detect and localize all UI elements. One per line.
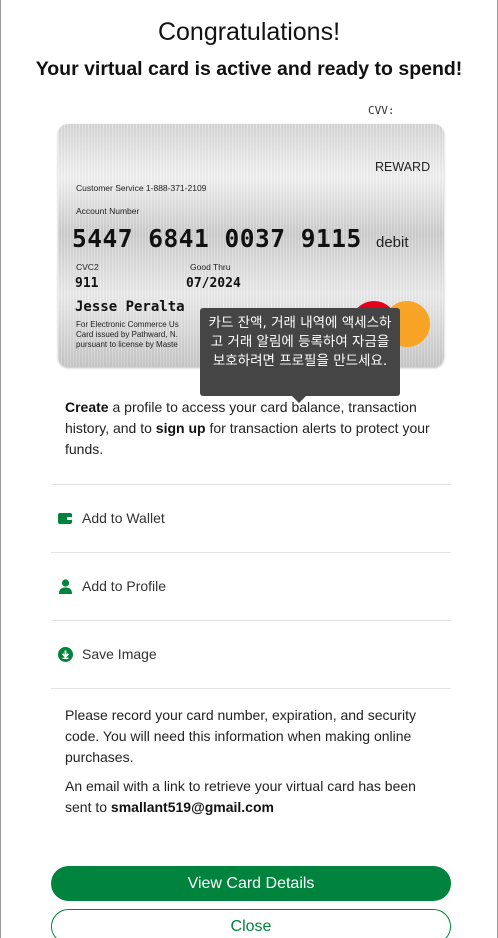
card-account-number-label: Account Number: [76, 206, 140, 216]
save-image-label: Save Image: [82, 646, 157, 662]
card-good-thru: 07/2024: [186, 276, 241, 291]
card-customer-service: Customer Service 1-888-371-2109: [76, 183, 207, 193]
page-subtitle: Your virtual card is active and ready to…: [35, 58, 463, 80]
email-address: smallant519@gmail.com: [110, 799, 274, 815]
card-number: 5447 6841 0037 9115: [72, 224, 362, 253]
sign-up-link[interactable]: sign up: [156, 420, 206, 436]
email-sent-note: An email with a link to retrieve your vi…: [65, 776, 445, 818]
intro-text: Create a profile to access your card bal…: [65, 397, 445, 460]
page-title: Congratulations!: [157, 18, 341, 46]
close-button[interactable]: Close: [51, 909, 451, 938]
record-info-note: Please record your card number, expirati…: [65, 707, 416, 765]
modal-dialog: Congratulations! Your virtual card is ac…: [0, 0, 498, 938]
download-icon: [57, 646, 73, 662]
card-cvc-label: CVC2: [76, 262, 99, 272]
card-cvc: 911: [75, 276, 99, 291]
add-to-profile-label: Add to Profile: [82, 578, 167, 594]
cvv-label: CVV:: [368, 104, 395, 117]
card-type: debit: [376, 234, 409, 251]
person-icon: [57, 578, 73, 594]
divider: [51, 688, 451, 689]
add-to-profile-button[interactable]: Add to Profile: [51, 553, 451, 619]
save-image-button[interactable]: Save Image: [51, 621, 451, 687]
create-link[interactable]: Create: [65, 399, 109, 415]
view-card-details-button[interactable]: View Card Details: [51, 866, 451, 901]
tooltip: 카드 잔액, 거래 내역에 액세스하고 거래 알림에 등록하여 자금을 보호하려…: [200, 308, 400, 396]
add-to-wallet-button[interactable]: Add to Wallet: [51, 485, 451, 551]
card-holder-name: Jesse Peralta: [75, 299, 185, 315]
card-reward-label: REWARD: [375, 160, 431, 174]
card-good-thru-label: Good Thru: [190, 262, 231, 272]
wallet-icon: [57, 510, 73, 526]
add-to-wallet-label: Add to Wallet: [82, 510, 165, 526]
